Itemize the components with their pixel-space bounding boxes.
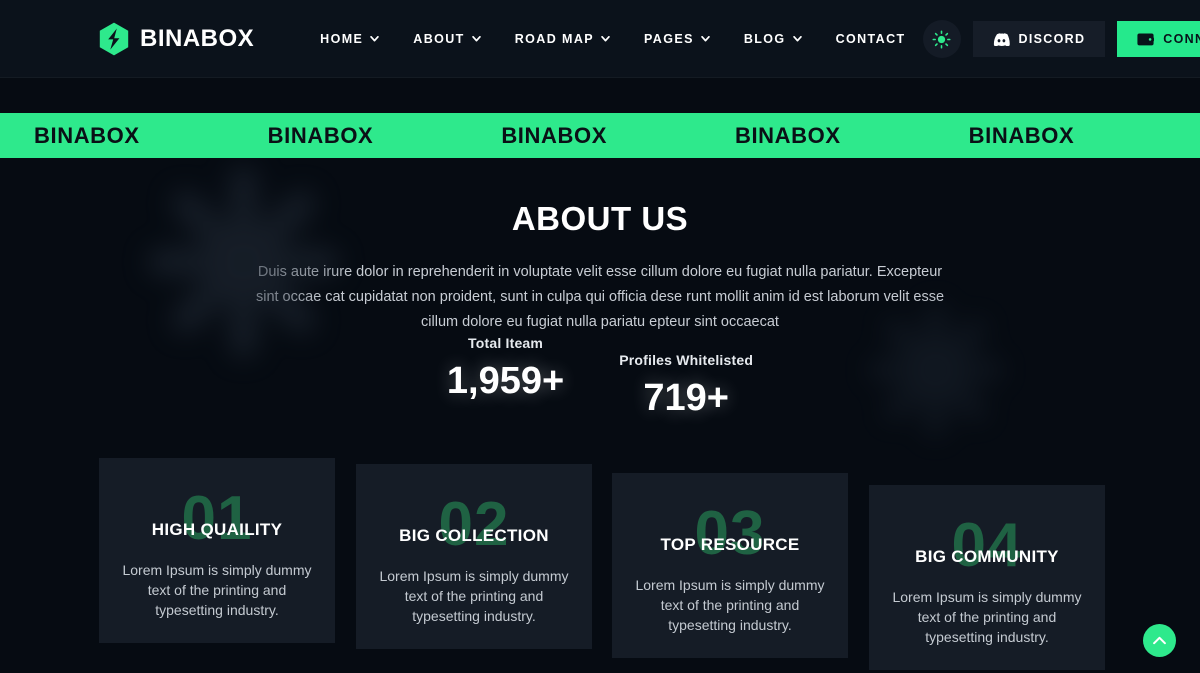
marquee-word: BINABOX [501,122,607,148]
nav-item-label: BLOG [743,32,786,46]
chevron-down-icon [792,36,802,42]
chevron-down-icon [601,36,610,42]
marquee-word: BINABOX [34,122,140,148]
stat-label: Profiles Whitelisted [619,352,754,368]
scroll-to-top-button[interactable] [1143,624,1176,657]
chevron-down-icon [370,36,380,42]
header-actions: DISCORD CONNECT [922,20,1200,58]
binabox-hex-logo-icon [99,22,129,56]
stat-value: 1,959+ [446,360,565,402]
nav-item-contact[interactable]: CONTACT [819,32,923,46]
feature-cards: 01 HIGH QUAILITY Lorem Ipsum is simply d… [0,450,1200,673]
main-navigation: HOME ABOUT ROAD MAP PAGES BLOG CONTACT [303,32,922,46]
nav-item-label: CONTACT [835,32,906,46]
discord-icon [993,32,1010,46]
page-title: ABOUT US [511,200,689,237]
card-title: HIGH QUAILITY [151,520,283,539]
marquee-track: BINABOX BINABOX BINABOX BINABOX BINABOX … [0,123,1200,149]
feature-card[interactable]: 03 TOP RESOURCE Lorem Ipsum is simply du… [612,473,848,658]
card-text: Lorem Ipsum is simply dummy text of the … [892,589,1082,645]
sun-icon [932,29,951,49]
card-title: TOP RESOURCE [660,535,800,554]
chevron-down-icon [701,36,710,42]
marquee-word: BINABOX [968,122,1075,148]
nav-item-home[interactable]: HOME [303,32,396,46]
stats-section: Total Iteam 1,959+ Profiles Whitelisted … [0,335,1200,420]
connect-button[interactable]: CONNECT [1117,21,1200,57]
nav-item-label: ROAD MAP [514,32,594,46]
card-title: BIG COLLECTION [399,526,549,545]
stat-item: Total Iteam 1,959+ [447,335,564,403]
nav-item-about[interactable]: ABOUT [396,32,497,46]
chevron-down-icon [471,36,481,42]
card-text: Lorem Ipsum is simply dummy text of the … [635,577,825,633]
marquee-word: BINABOX [267,122,374,148]
nav-item-pages[interactable]: PAGES [627,32,727,46]
card-text: Lorem Ipsum is simply dummy text of the … [379,568,569,624]
stat-label: Total Iteam [468,335,544,351]
card-number: 04 [951,511,1023,580]
discord-button-label: DISCORD [1018,32,1086,46]
feature-card[interactable]: 04 BIG COMMUNITY Lorem Ipsum is simply d… [869,485,1105,670]
card-title: BIG COMMUNITY [915,547,1059,566]
card-number: 02 [438,490,510,559]
chevron-up-icon [1153,636,1166,645]
about-section: ABOUT US Duis aute irure dolor in repreh… [0,158,1200,335]
nav-item-label: ABOUT [413,32,465,46]
stat-item: Profiles Whitelisted 719+ [619,352,753,420]
feature-card[interactable]: 01 HIGH QUAILITY Lorem Ipsum is simply d… [99,458,335,643]
page-root: BINABOX HOME ABOUT ROAD MAP PAGES BLOG C… [0,0,1200,673]
nav-item-label: HOME [320,32,364,46]
card-text: Lorem Ipsum is simply dummy text of the … [122,562,312,618]
stat-value: 719+ [643,377,729,419]
feature-card[interactable]: 02 BIG COLLECTION Lorem Ipsum is simply … [356,464,592,649]
brand-marquee-band: BINABOX BINABOX BINABOX BINABOX BINABOX … [0,113,1200,158]
brand-logo[interactable]: BINABOX [99,22,254,56]
marquee-word: BINABOX [734,122,841,148]
discord-button[interactable]: DISCORD [972,21,1106,57]
about-description: Duis aute irure dolor in reprehenderit i… [255,264,945,330]
nav-item-label: PAGES [644,32,694,46]
connect-button-label: CONNECT [1163,32,1200,46]
card-number: 03 [694,499,766,568]
card-number: 01 [181,484,253,553]
marquee-word: BINABOX [1138,123,1200,149]
nav-item-road-map[interactable]: ROAD MAP [498,32,627,46]
nav-item-blog[interactable]: BLOG [727,32,819,46]
wallet-icon [1137,33,1155,46]
theme-toggle-button[interactable] [922,20,961,58]
brand-name: BINABOX [140,25,255,52]
site-header: BINABOX HOME ABOUT ROAD MAP PAGES BLOG C… [0,0,1200,78]
